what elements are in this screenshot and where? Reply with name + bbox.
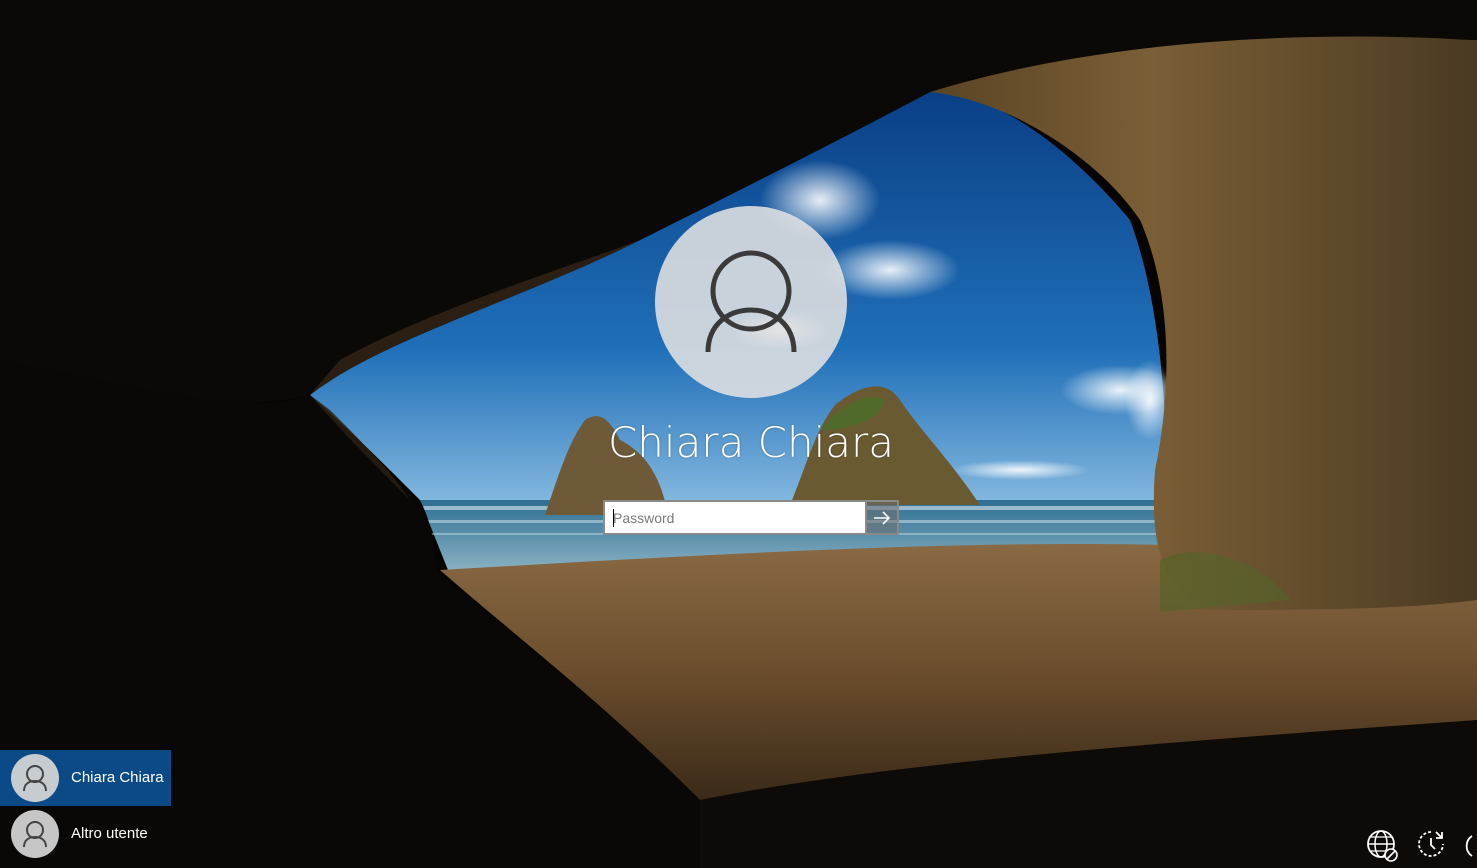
mini-avatar [11, 810, 59, 858]
user-avatar-icon [23, 821, 47, 848]
ease-of-access-icon [1418, 831, 1444, 857]
password-input[interactable] [603, 500, 867, 535]
text-caret [613, 509, 614, 527]
user-avatar-icon [705, 250, 797, 353]
lockscreen-tray [1364, 826, 1477, 864]
ease-of-access-button[interactable] [1414, 826, 1450, 864]
arrow-right-icon [874, 510, 891, 525]
user-switch-item-chiara[interactable]: Chiara Chiara [0, 750, 171, 806]
user-switch-item-other[interactable]: Altro utente [0, 806, 171, 862]
network-button[interactable] [1364, 826, 1400, 864]
submit-button[interactable] [867, 500, 899, 535]
username-title: Chiara Chiara [607, 418, 895, 467]
network-disconnected-icon [1367, 830, 1398, 862]
user-switch-label: Altro utente [71, 825, 148, 842]
user-avatar [655, 206, 847, 398]
power-button[interactable] [1462, 826, 1477, 864]
user-switch-label: Chiara Chiara [71, 769, 164, 786]
power-icon [1465, 835, 1473, 857]
password-box [603, 500, 899, 535]
mini-avatar [11, 754, 59, 802]
user-avatar-icon [23, 765, 47, 792]
